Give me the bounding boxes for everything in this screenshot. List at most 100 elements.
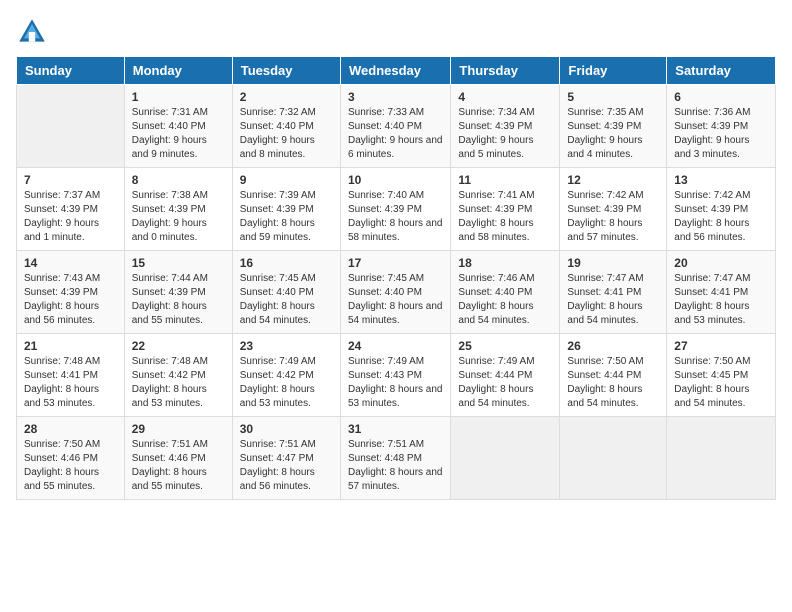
day-number: 12	[567, 173, 659, 187]
day-number: 18	[458, 256, 552, 270]
calendar-cell: 20 Sunrise: 7:47 AMSunset: 4:41 PMDayligh…	[667, 251, 776, 334]
header-friday: Friday	[560, 57, 667, 85]
day-number: 10	[348, 173, 443, 187]
day-info: Sunrise: 7:47 AMSunset: 4:41 PMDaylight:…	[567, 272, 659, 328]
week-row-5: 28Sunrise: 7:50 AMSunset: 4:46 PMDayligh…	[17, 417, 776, 500]
day-number: 13	[674, 173, 768, 187]
day-number: 14	[24, 256, 117, 270]
day-number: 9	[240, 173, 333, 187]
calendar-cell: 28Sunrise: 7:50 AMSunset: 4:46 PMDayligh…	[17, 417, 125, 500]
calendar-cell: 12 Sunrise: 7:42 AMSunset: 4:39 PMDayligh…	[560, 168, 667, 251]
day-number: 3	[348, 90, 443, 104]
day-number: 4	[458, 90, 552, 104]
day-info: Sunrise: 7:49 AMSunset: 4:43 PMDaylight:…	[348, 355, 443, 411]
day-info: Sunrise: 7:51 AMSunset: 4:46 PMDaylight:…	[132, 438, 225, 494]
week-row-2: 7 Sunrise: 7:37 AMSunset: 4:39 PMDaylight…	[17, 168, 776, 251]
calendar-cell: 1 Sunrise: 7:31 AMSunset: 4:40 PMDaylight…	[124, 85, 232, 168]
day-info: Sunrise: 7:38 AMSunset: 4:39 PMDaylight:…	[132, 189, 225, 245]
day-info: Sunrise: 7:42 AMSunset: 4:39 PMDaylight:…	[567, 189, 659, 245]
week-row-1: 1 Sunrise: 7:31 AMSunset: 4:40 PMDaylight…	[17, 85, 776, 168]
calendar-cell: 21 Sunrise: 7:48 AMSunset: 4:41 PMDayligh…	[17, 334, 125, 417]
day-info: Sunrise: 7:46 AMSunset: 4:40 PMDaylight:…	[458, 272, 552, 328]
day-info: Sunrise: 7:44 AMSunset: 4:39 PMDaylight:…	[132, 272, 225, 328]
page-header	[16, 16, 776, 48]
day-info: Sunrise: 7:36 AMSunset: 4:39 PMDaylight:…	[674, 106, 768, 162]
calendar-cell: 17 Sunrise: 7:45 AMSunset: 4:40 PMDayligh…	[340, 251, 450, 334]
day-number: 11	[458, 173, 552, 187]
day-number: 22	[132, 339, 225, 353]
calendar-cell: 24 Sunrise: 7:49 AMSunset: 4:43 PMDayligh…	[340, 334, 450, 417]
header-wednesday: Wednesday	[340, 57, 450, 85]
calendar-cell: 31 Sunrise: 7:51 AMSunset: 4:48 PMDayligh…	[340, 417, 450, 500]
calendar-cell: 7 Sunrise: 7:37 AMSunset: 4:39 PMDaylight…	[17, 168, 125, 251]
day-info: Sunrise: 7:39 AMSunset: 4:39 PMDaylight:…	[240, 189, 333, 245]
calendar-table: SundayMondayTuesdayWednesdayThursdayFrid…	[16, 56, 776, 500]
day-number: 15	[132, 256, 225, 270]
day-info: Sunrise: 7:32 AMSunset: 4:40 PMDaylight:…	[240, 106, 333, 162]
calendar-cell: 27 Sunrise: 7:50 AMSunset: 4:45 PMDayligh…	[667, 334, 776, 417]
calendar-cell: 26 Sunrise: 7:50 AMSunset: 4:44 PMDayligh…	[560, 334, 667, 417]
header-tuesday: Tuesday	[232, 57, 340, 85]
day-info: Sunrise: 7:47 AMSunset: 4:41 PMDaylight:…	[674, 272, 768, 328]
day-info: Sunrise: 7:50 AMSunset: 4:45 PMDaylight:…	[674, 355, 768, 411]
day-info: Sunrise: 7:42 AMSunset: 4:39 PMDaylight:…	[674, 189, 768, 245]
day-number: 17	[348, 256, 443, 270]
calendar-cell	[667, 417, 776, 500]
calendar-cell: 2 Sunrise: 7:32 AMSunset: 4:40 PMDaylight…	[232, 85, 340, 168]
day-info: Sunrise: 7:50 AMSunset: 4:44 PMDaylight:…	[567, 355, 659, 411]
day-number: 26	[567, 339, 659, 353]
day-number: 1	[132, 90, 225, 104]
calendar-cell: 3 Sunrise: 7:33 AMSunset: 4:40 PMDaylight…	[340, 85, 450, 168]
day-number: 21	[24, 339, 117, 353]
day-number: 27	[674, 339, 768, 353]
calendar-cell: 19 Sunrise: 7:47 AMSunset: 4:41 PMDayligh…	[560, 251, 667, 334]
calendar-cell: 8Sunrise: 7:38 AMSunset: 4:39 PMDaylight…	[124, 168, 232, 251]
calendar-cell	[451, 417, 560, 500]
calendar-cell: 13 Sunrise: 7:42 AMSunset: 4:39 PMDayligh…	[667, 168, 776, 251]
calendar-cell: 15 Sunrise: 7:44 AMSunset: 4:39 PMDayligh…	[124, 251, 232, 334]
calendar-cell: 22Sunrise: 7:48 AMSunset: 4:42 PMDayligh…	[124, 334, 232, 417]
day-info: Sunrise: 7:51 AMSunset: 4:48 PMDaylight:…	[348, 438, 443, 494]
day-number: 24	[348, 339, 443, 353]
day-number: 7	[24, 173, 117, 187]
day-info: Sunrise: 7:45 AMSunset: 4:40 PMDaylight:…	[348, 272, 443, 328]
calendar-cell	[560, 417, 667, 500]
day-info: Sunrise: 7:49 AMSunset: 4:44 PMDaylight:…	[458, 355, 552, 411]
day-info: Sunrise: 7:48 AMSunset: 4:41 PMDaylight:…	[24, 355, 117, 411]
calendar-cell: 4 Sunrise: 7:34 AMSunset: 4:39 PMDaylight…	[451, 85, 560, 168]
day-number: 25	[458, 339, 552, 353]
day-info: Sunrise: 7:33 AMSunset: 4:40 PMDaylight:…	[348, 106, 443, 162]
calendar-cell: 30 Sunrise: 7:51 AMSunset: 4:47 PMDayligh…	[232, 417, 340, 500]
header-sunday: Sunday	[17, 57, 125, 85]
calendar-cell: 29 Sunrise: 7:51 AMSunset: 4:46 PMDayligh…	[124, 417, 232, 500]
day-info: Sunrise: 7:43 AMSunset: 4:39 PMDaylight:…	[24, 272, 117, 328]
calendar-cell: 14 Sunrise: 7:43 AMSunset: 4:39 PMDayligh…	[17, 251, 125, 334]
day-number: 16	[240, 256, 333, 270]
calendar-cell: 23 Sunrise: 7:49 AMSunset: 4:42 PMDayligh…	[232, 334, 340, 417]
day-info: Sunrise: 7:31 AMSunset: 4:40 PMDaylight:…	[132, 106, 225, 162]
day-info: Sunrise: 7:45 AMSunset: 4:40 PMDaylight:…	[240, 272, 333, 328]
calendar-cell: 5 Sunrise: 7:35 AMSunset: 4:39 PMDaylight…	[560, 85, 667, 168]
day-info: Sunrise: 7:34 AMSunset: 4:39 PMDaylight:…	[458, 106, 552, 162]
day-info: Sunrise: 7:51 AMSunset: 4:47 PMDaylight:…	[240, 438, 333, 494]
calendar-cell: 18 Sunrise: 7:46 AMSunset: 4:40 PMDayligh…	[451, 251, 560, 334]
day-number: 2	[240, 90, 333, 104]
day-number: 19	[567, 256, 659, 270]
calendar-cell: 10 Sunrise: 7:40 AMSunset: 4:39 PMDayligh…	[340, 168, 450, 251]
day-info: Sunrise: 7:49 AMSunset: 4:42 PMDaylight:…	[240, 355, 333, 411]
header-thursday: Thursday	[451, 57, 560, 85]
day-info: Sunrise: 7:35 AMSunset: 4:39 PMDaylight:…	[567, 106, 659, 162]
logo-icon	[16, 16, 48, 48]
day-number: 23	[240, 339, 333, 353]
day-number: 20	[674, 256, 768, 270]
day-number: 31	[348, 422, 443, 436]
day-number: 29	[132, 422, 225, 436]
logo	[16, 16, 52, 48]
day-number: 5	[567, 90, 659, 104]
calendar-cell: 16 Sunrise: 7:45 AMSunset: 4:40 PMDayligh…	[232, 251, 340, 334]
day-info: Sunrise: 7:41 AMSunset: 4:39 PMDaylight:…	[458, 189, 552, 245]
day-info: Sunrise: 7:40 AMSunset: 4:39 PMDaylight:…	[348, 189, 443, 245]
calendar-cell: 6Sunrise: 7:36 AMSunset: 4:39 PMDaylight…	[667, 85, 776, 168]
day-info: Sunrise: 7:37 AMSunset: 4:39 PMDaylight:…	[24, 189, 117, 245]
day-number: 30	[240, 422, 333, 436]
